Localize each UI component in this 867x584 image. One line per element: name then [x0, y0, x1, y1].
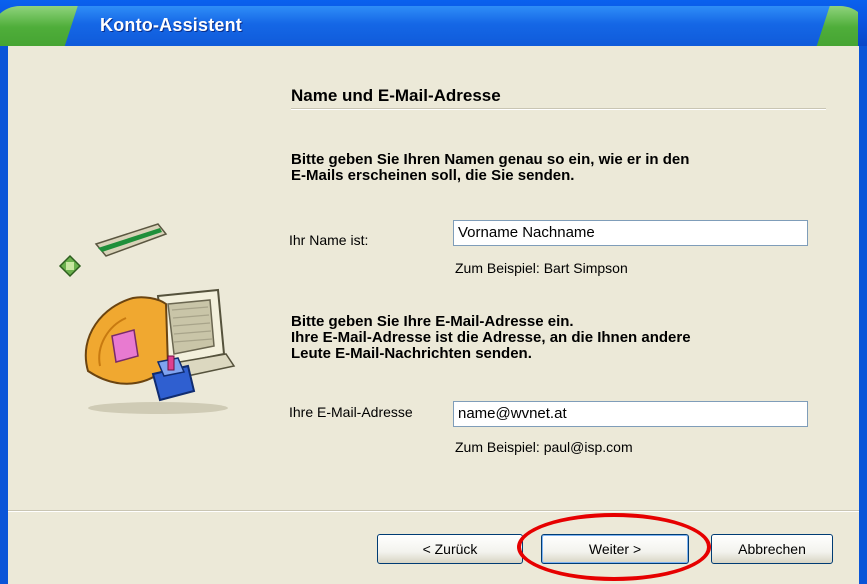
- name-instruction: Bitte geben Sie Ihren Namen genau so ein…: [291, 151, 690, 184]
- email-label: Ihre E-Mail-Adresse: [289, 404, 413, 420]
- title-bar[interactable]: Konto-Assistent: [0, 0, 867, 46]
- wizard-panel: Name und E-Mail-Adresse Bitte geben Sie …: [8, 46, 859, 584]
- email-input[interactable]: name@wvnet.at: [453, 401, 808, 427]
- window-right-border: [859, 46, 867, 584]
- email-instruction: Bitte geben Sie Ihre E-Mail-Adresse ein.…: [291, 313, 691, 362]
- back-button[interactable]: < Zurück: [377, 534, 523, 564]
- window-title: Konto-Assistent: [100, 15, 242, 35]
- name-input[interactable]: Vorname Nachname: [453, 220, 808, 246]
- name-label: Ihr Name ist:: [289, 232, 369, 248]
- name-hint: Zum Beispiel: Bart Simpson: [455, 260, 628, 276]
- next-button[interactable]: Weiter >: [541, 534, 689, 564]
- computer-mail-wizard-icon: [58, 223, 236, 414]
- footer-divider: [8, 510, 859, 512]
- heading-divider: [291, 108, 826, 110]
- email-hint: Zum Beispiel: paul@isp.com: [455, 439, 633, 455]
- window-left-border: [0, 46, 8, 584]
- floating-envelope-icon: [58, 254, 82, 278]
- page-heading: Name und E-Mail-Adresse: [291, 86, 501, 105]
- cancel-button[interactable]: Abbrechen: [711, 534, 833, 564]
